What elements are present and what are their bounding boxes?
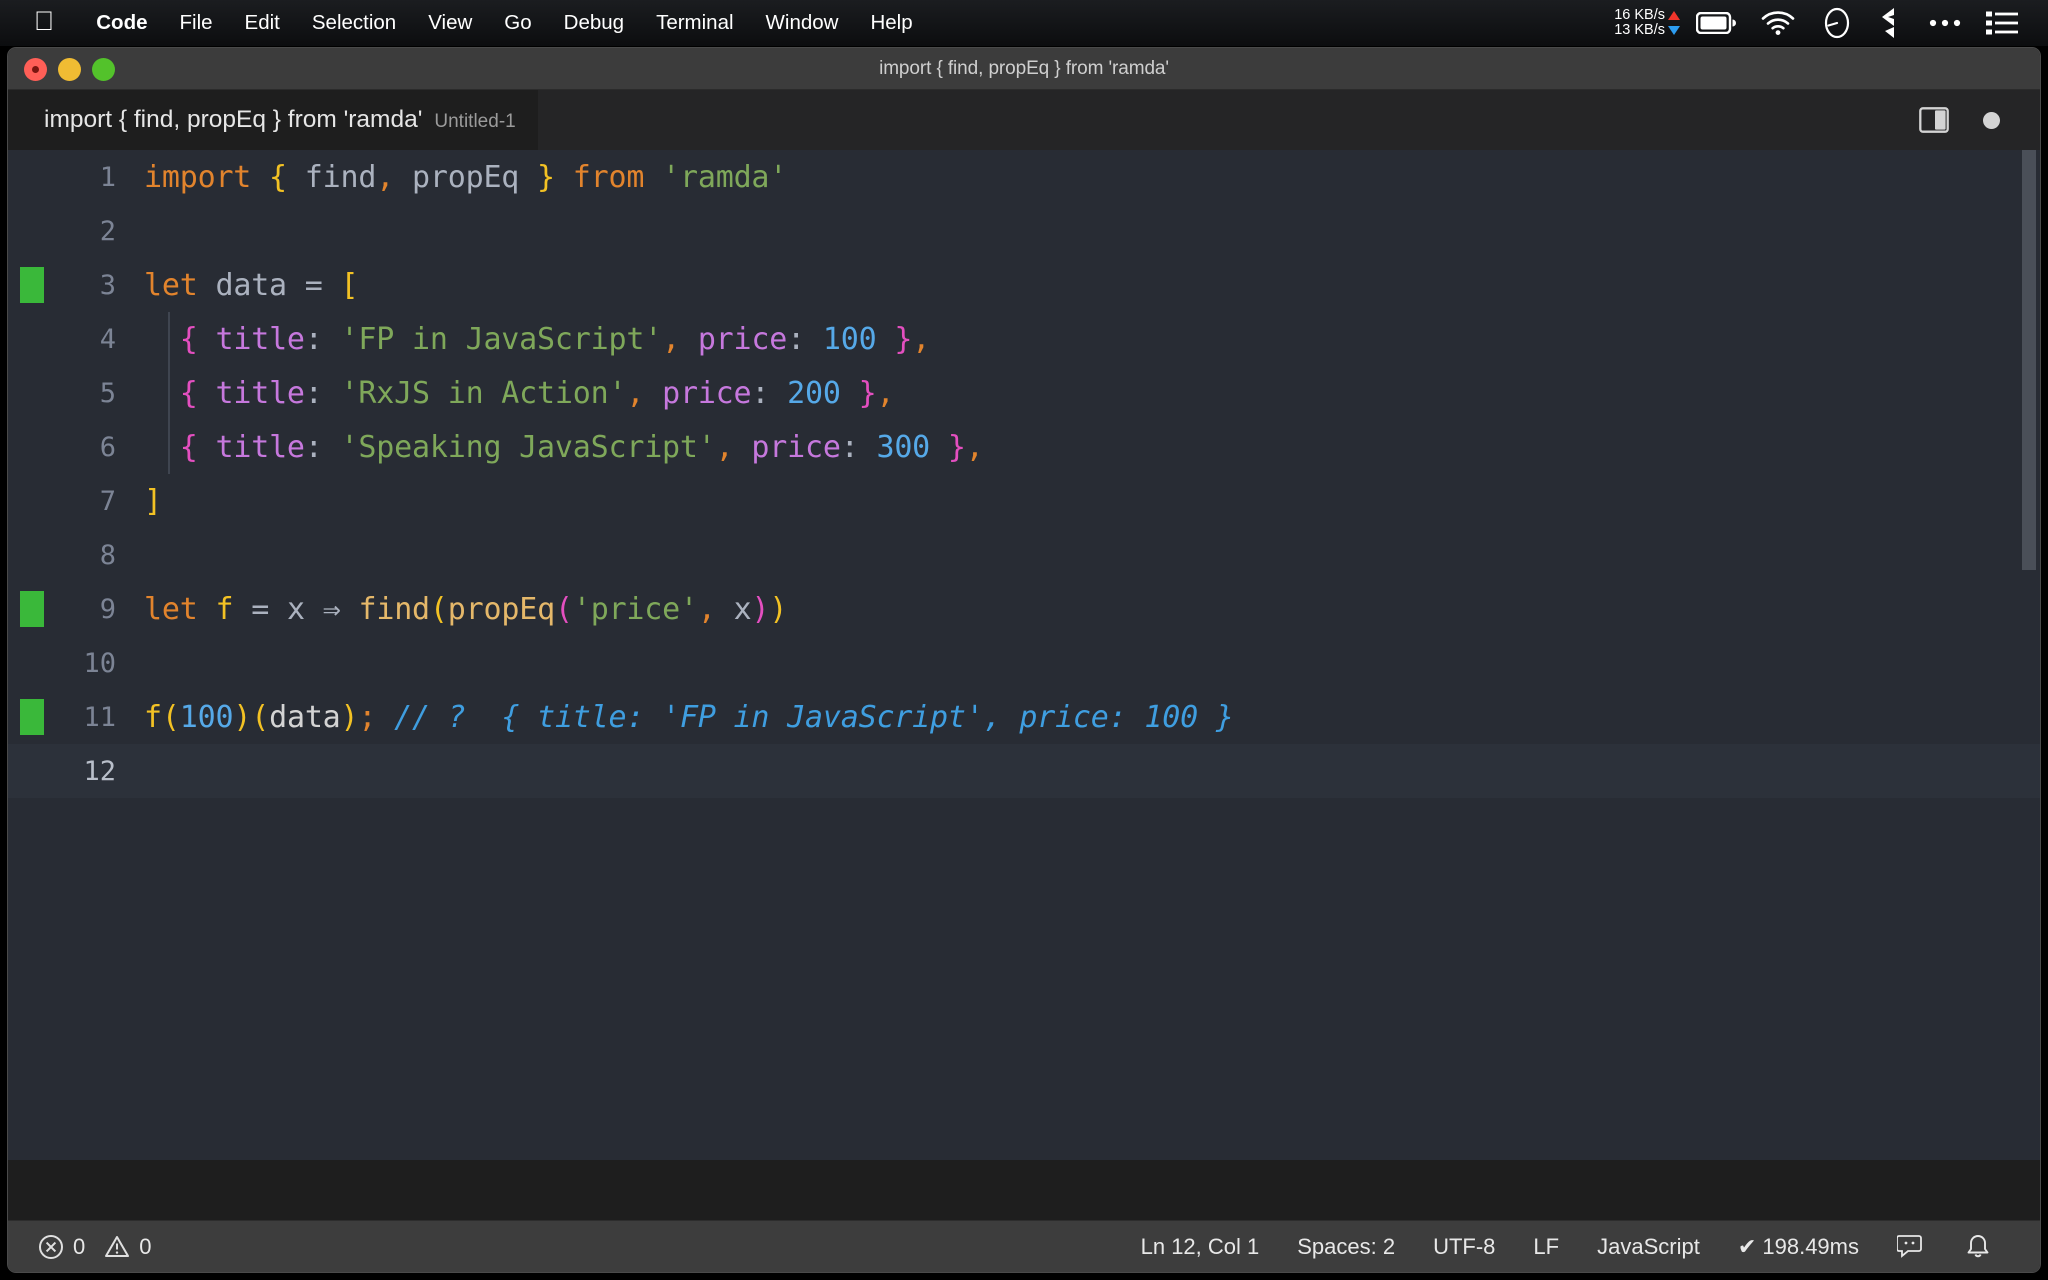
- tab-bar-actions: [1919, 107, 2040, 133]
- error-count: 0: [73, 1233, 86, 1259]
- code-text: import { find, propEq } from 'ramda': [144, 159, 788, 195]
- line-number: 4: [99, 323, 116, 355]
- code-line-7[interactable]: 7 ]: [8, 474, 2040, 528]
- line-number: 3: [99, 269, 116, 301]
- window-title: import { find, propEq } from 'ramda': [879, 57, 1169, 79]
- tab-sublabel: Untitled-1: [434, 111, 516, 132]
- minimize-button[interactable]: [58, 57, 81, 81]
- menu-item-debug[interactable]: Debug: [548, 11, 640, 35]
- wifi-icon[interactable]: [1748, 10, 1808, 36]
- line-number: 12: [83, 755, 116, 787]
- window-titlebar: import { find, propEq } from 'ramda': [8, 48, 2040, 90]
- code-line-10[interactable]: 10: [8, 636, 2040, 690]
- menu-item-edit[interactable]: Edit: [229, 11, 296, 35]
- dropbox-icon[interactable]: [1866, 7, 1916, 39]
- eol-setting[interactable]: LF: [1514, 1234, 1578, 1260]
- problems-indicator[interactable]: 0 0: [38, 1234, 152, 1260]
- line-number: 10: [83, 647, 116, 679]
- code-line-8[interactable]: 8: [8, 528, 2040, 582]
- download-speed-label: 13 KB/s: [1614, 22, 1665, 38]
- editor-tab-bar: import { find, propEq } from 'ramda' Unt…: [8, 90, 2040, 150]
- editor-tab-untitled-1[interactable]: import { find, propEq } from 'ramda' Unt…: [8, 90, 538, 150]
- menu-item-view[interactable]: View: [412, 11, 488, 35]
- battery-icon[interactable]: [1684, 12, 1748, 34]
- menu-item-go[interactable]: Go: [488, 11, 547, 35]
- code-content[interactable]: 1 import { find, propEq } from 'ramda' 2…: [8, 150, 2040, 798]
- clock-icon[interactable]: [1808, 6, 1866, 40]
- code-text: f(100)(data); // ? { title: 'FP in JavaS…: [144, 699, 1234, 735]
- code-line-11[interactable]: 11 f(100)(data); // ? { title: 'FP in Ja…: [8, 690, 2040, 744]
- upload-arrow-icon: [1668, 10, 1680, 20]
- upload-speed-label: 16 KB/s: [1614, 6, 1665, 23]
- line-number: 7: [99, 485, 116, 517]
- line-number: 2: [99, 215, 116, 247]
- code-line-2[interactable]: 2: [8, 204, 2040, 258]
- code-line-1[interactable]: 1 import { find, propEq } from 'ramda': [8, 150, 2040, 204]
- error-circle-icon: [38, 1234, 64, 1260]
- unsaved-dot-icon[interactable]: [1983, 111, 2000, 129]
- macos-menu-bar:  Code File Edit Selection View Go Debug…: [0, 0, 2048, 46]
- language-mode[interactable]: JavaScript: [1578, 1234, 1719, 1260]
- runtime-duration[interactable]: ✔ 198.49ms: [1719, 1234, 1878, 1260]
- menu-item-code[interactable]: Code: [80, 11, 163, 35]
- network-speed-indicator[interactable]: 16 KB/s 13 KB/s: [1614, 6, 1680, 39]
- code-line-3[interactable]: 3 let data = [: [8, 258, 2040, 312]
- window-controls: [24, 48, 115, 90]
- menu-items: Code File Edit Selection View Go Debug T…: [80, 11, 928, 35]
- status-bar-left: 0 0: [8, 1234, 152, 1260]
- warning-count: 0: [139, 1233, 152, 1259]
- tab-label: import { find, propEq } from 'ramda': [44, 106, 423, 133]
- line-number: 8: [99, 539, 116, 571]
- indent-guide: [168, 366, 170, 420]
- code-editor[interactable]: 1 import { find, propEq } from 'ramda' 2…: [8, 150, 2040, 1160]
- code-text: let f = x ⇒ find(propEq('price', x)): [144, 591, 788, 627]
- editor-vertical-scrollbar[interactable]: [2020, 150, 2038, 1160]
- code-text: { title: 'RxJS in Action', price: 200 },: [179, 375, 895, 411]
- menu-item-selection[interactable]: Selection: [296, 11, 412, 35]
- indent-guide: [168, 420, 170, 474]
- code-text: let data = [: [144, 267, 359, 303]
- line-number: 1: [99, 161, 116, 193]
- line-number: 11: [83, 701, 116, 733]
- code-text: { title: 'FP in JavaScript', price: 100 …: [179, 321, 931, 357]
- scrollbar-thumb[interactable]: [2022, 150, 2036, 570]
- code-text: { title: 'Speaking JavaScript', price: 3…: [179, 429, 984, 465]
- menu-item-window[interactable]: Window: [750, 11, 855, 35]
- line-number: 9: [99, 593, 116, 625]
- menu-item-terminal[interactable]: Terminal: [640, 11, 749, 35]
- indentation-setting[interactable]: Spaces: 2: [1278, 1234, 1414, 1260]
- apple-logo-icon[interactable]: : [34, 7, 54, 35]
- menu-item-file[interactable]: File: [164, 11, 229, 35]
- menu-bar-status-area: 16 KB/s 13 KB/s: [1614, 6, 2048, 40]
- maximize-button[interactable]: [92, 57, 115, 81]
- split-editor-icon[interactable]: [1919, 107, 1949, 133]
- code-text: ]: [144, 483, 162, 519]
- code-line-12[interactable]: 12: [8, 744, 2040, 798]
- status-bar: 0 0 Ln 12, Col 1 Spaces: 2 UTF-8 LF Java…: [8, 1220, 2040, 1272]
- code-line-9[interactable]: 9 let f = x ⇒ find(propEq('price', x)): [8, 582, 2040, 636]
- warning-triangle-icon: [104, 1234, 130, 1260]
- bell-icon[interactable]: [1946, 1233, 2010, 1261]
- line-number: 6: [99, 431, 116, 463]
- ellipsis-icon[interactable]: [1916, 17, 1974, 29]
- status-bar-right: Ln 12, Col 1 Spaces: 2 UTF-8 LF JavaScri…: [1122, 1233, 2040, 1261]
- download-arrow-icon: [1668, 26, 1680, 36]
- control-center-icon[interactable]: [1974, 10, 2030, 36]
- feedback-smiley-icon[interactable]: [1878, 1234, 1946, 1260]
- code-line-6[interactable]: 6 { title: 'Speaking JavaScript', price:…: [8, 420, 2040, 474]
- cursor-position[interactable]: Ln 12, Col 1: [1122, 1234, 1279, 1260]
- close-button[interactable]: [24, 57, 47, 81]
- line-number: 5: [99, 377, 116, 409]
- encoding-setting[interactable]: UTF-8: [1414, 1234, 1514, 1260]
- indent-guide: [168, 312, 170, 366]
- vscode-window: import { find, propEq } from 'ramda' imp…: [8, 48, 2040, 1272]
- code-line-5[interactable]: 5 { title: 'RxJS in Action', price: 200 …: [8, 366, 2040, 420]
- code-line-4[interactable]: 4 { title: 'FP in JavaScript', price: 10…: [8, 312, 2040, 366]
- menu-item-help[interactable]: Help: [854, 11, 928, 35]
